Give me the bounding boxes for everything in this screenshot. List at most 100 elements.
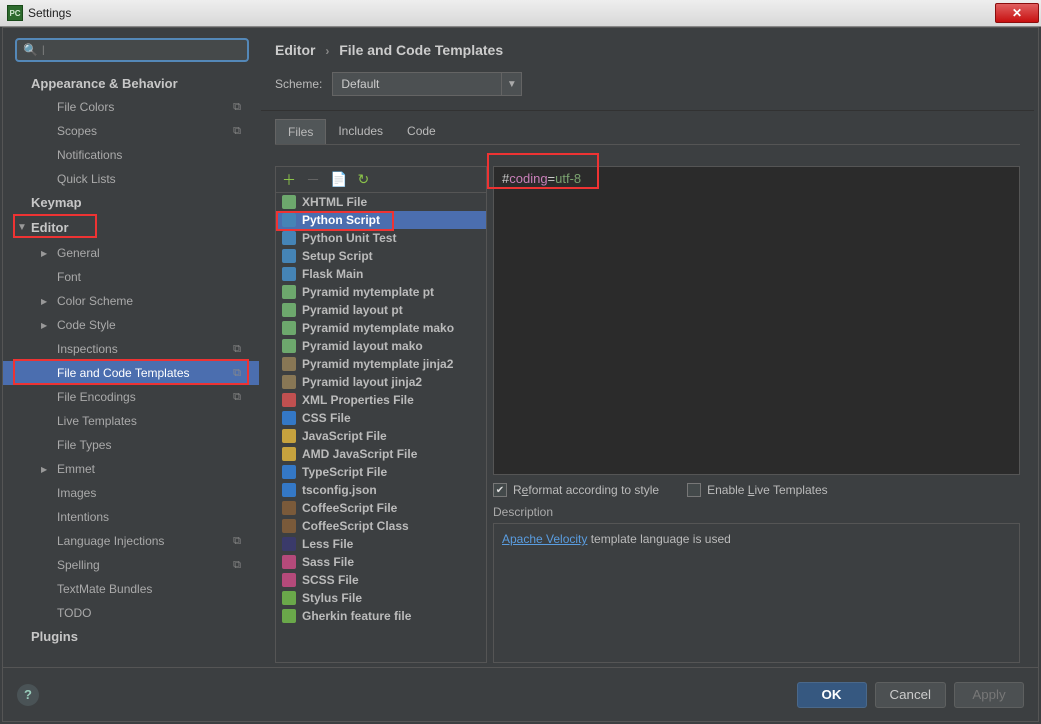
template-item[interactable]: Flask Main <box>276 265 486 283</box>
scheme-select[interactable]: Default ▼ <box>332 72 522 96</box>
template-item[interactable]: CoffeeScript File <box>276 499 486 517</box>
sidebar-cat-appearance[interactable]: Appearance & Behavior <box>3 72 259 95</box>
template-label: Pyramid layout mako <box>302 339 423 353</box>
sidebar-item[interactable]: Language Injections⧉ <box>3 529 259 553</box>
scope-icon: ⧉ <box>233 125 241 138</box>
sidebar-item[interactable]: Intentions <box>3 505 259 529</box>
sidebar-item[interactable]: File Encodings⧉ <box>3 385 259 409</box>
tab-code[interactable]: Code <box>395 119 448 144</box>
file-type-icon <box>282 339 296 353</box>
sidebar-item[interactable]: TODO <box>3 601 259 625</box>
template-item[interactable]: tsconfig.json <box>276 481 486 499</box>
code-editor[interactable]: #coding=utf-8 <box>493 166 1020 475</box>
scope-icon: ⧉ <box>233 391 241 404</box>
breadcrumb-first: Editor <box>275 42 315 58</box>
sidebar-item[interactable]: ▶Emmet <box>3 457 259 481</box>
template-label: Python Script <box>302 213 380 227</box>
sidebar-cat-plugins[interactable]: Plugins <box>3 625 259 648</box>
add-icon[interactable]: ＋ <box>282 170 296 190</box>
sidebar-item-label: Language Injections <box>57 534 164 548</box>
settings-sidebar: Appearance & Behavior File Colors⧉Scopes… <box>3 72 259 667</box>
template-item[interactable]: JavaScript File <box>276 427 486 445</box>
search-input[interactable] <box>45 43 241 57</box>
template-item[interactable]: Sass File <box>276 553 486 571</box>
template-item[interactable]: Pyramid layout mako <box>276 337 486 355</box>
sidebar-item[interactable]: File and Code Templates⧉ <box>3 361 259 385</box>
live-templates-label: Enable Live Templates <box>707 483 828 497</box>
cancel-button[interactable]: Cancel <box>875 682 947 708</box>
template-item[interactable]: SCSS File <box>276 571 486 589</box>
template-item[interactable]: Python Unit Test <box>276 229 486 247</box>
refresh-icon[interactable]: ↻ <box>357 171 369 188</box>
checkbox-icon <box>687 483 701 497</box>
template-item[interactable]: Pyramid mytemplate jinja2 <box>276 355 486 373</box>
template-item[interactable]: CoffeeScript Class <box>276 517 486 535</box>
remove-icon[interactable]: － <box>306 170 320 190</box>
sidebar-item[interactable]: Inspections⧉ <box>3 337 259 361</box>
template-item[interactable]: XML Properties File <box>276 391 486 409</box>
sidebar-item-label: Code Style <box>57 318 116 332</box>
template-label: Pyramid layout jinja2 <box>302 375 422 389</box>
template-item[interactable]: Python Script <box>276 211 486 229</box>
file-type-icon <box>282 573 296 587</box>
sidebar-cat-editor[interactable]: ▼ Editor <box>3 216 259 239</box>
sidebar-item[interactable]: TextMate Bundles <box>3 577 259 601</box>
file-type-icon <box>282 591 296 605</box>
template-item[interactable]: Stylus File <box>276 589 486 607</box>
template-item[interactable]: Setup Script <box>276 247 486 265</box>
sidebar-item[interactable]: File Colors⧉ <box>3 95 259 119</box>
footer: ? OK Cancel Apply <box>3 667 1038 721</box>
sidebar-item[interactable]: Live Templates <box>3 409 259 433</box>
sidebar-item[interactable]: ▶General <box>3 241 259 265</box>
file-type-icon <box>282 411 296 425</box>
sidebar-item[interactable]: Notifications <box>3 143 259 167</box>
sidebar-item-label: TextMate Bundles <box>57 582 152 596</box>
apply-button[interactable]: Apply <box>954 682 1024 708</box>
template-item[interactable]: Less File <box>276 535 486 553</box>
reformat-checkbox[interactable]: ✔ Reformat according to style <box>493 483 659 497</box>
ok-button[interactable]: OK <box>797 682 867 708</box>
sidebar-item[interactable]: Scopes⧉ <box>3 119 259 143</box>
template-item[interactable]: AMD JavaScript File <box>276 445 486 463</box>
sidebar-label: Editor <box>31 220 69 235</box>
sidebar-item-label: TODO <box>57 606 91 620</box>
template-item[interactable]: XHTML File <box>276 193 486 211</box>
template-label: Flask Main <box>302 267 363 281</box>
close-button[interactable]: ✕ <box>995 3 1039 23</box>
tab-files[interactable]: Files <box>275 119 326 144</box>
template-label: XML Properties File <box>302 393 414 407</box>
settings-search[interactable]: 🔍 | <box>15 38 249 62</box>
template-item[interactable]: TypeScript File <box>276 463 486 481</box>
sidebar-item-label: Spelling <box>57 558 100 572</box>
help-button[interactable]: ? <box>17 684 39 706</box>
sidebar-item-label: File Types <box>57 438 111 452</box>
sidebar-item[interactable]: ▶Color Scheme <box>3 289 259 313</box>
sidebar-item[interactable]: File Types <box>3 433 259 457</box>
sidebar-item[interactable]: Font <box>3 265 259 289</box>
template-list[interactable]: XHTML File Python Script Python Unit Test S… <box>276 193 486 662</box>
template-item[interactable]: CSS File <box>276 409 486 427</box>
template-item[interactable]: Pyramid mytemplate pt <box>276 283 486 301</box>
sidebar-item[interactable]: Spelling⧉ <box>3 553 259 577</box>
sidebar-label: Appearance & Behavior <box>31 76 178 91</box>
template-item[interactable]: Pyramid layout pt <box>276 301 486 319</box>
template-label: Python Unit Test <box>302 231 396 245</box>
template-label: Stylus File <box>302 591 362 605</box>
template-label: JavaScript File <box>302 429 387 443</box>
breadcrumb: Editor › File and Code Templates <box>261 32 1034 64</box>
template-item[interactable]: Pyramid layout jinja2 <box>276 373 486 391</box>
sidebar-item[interactable]: ▶Code Style <box>3 313 259 337</box>
tab-includes[interactable]: Includes <box>326 119 395 144</box>
template-item[interactable]: Gherkin feature file <box>276 607 486 625</box>
file-type-icon <box>282 303 296 317</box>
sidebar-item[interactable]: Quick Lists <box>3 167 259 191</box>
copy-icon[interactable]: 📄 <box>330 171 347 188</box>
template-item[interactable]: Pyramid mytemplate mako <box>276 319 486 337</box>
sidebar-cat-keymap[interactable]: Keymap <box>3 191 259 214</box>
live-templates-checkbox[interactable]: Enable Live Templates <box>687 483 828 497</box>
file-type-icon <box>282 231 296 245</box>
sidebar-item[interactable]: Images <box>3 481 259 505</box>
file-type-icon <box>282 393 296 407</box>
sidebar-item-label: Intentions <box>57 510 109 524</box>
velocity-link[interactable]: Apache Velocity <box>502 532 587 546</box>
